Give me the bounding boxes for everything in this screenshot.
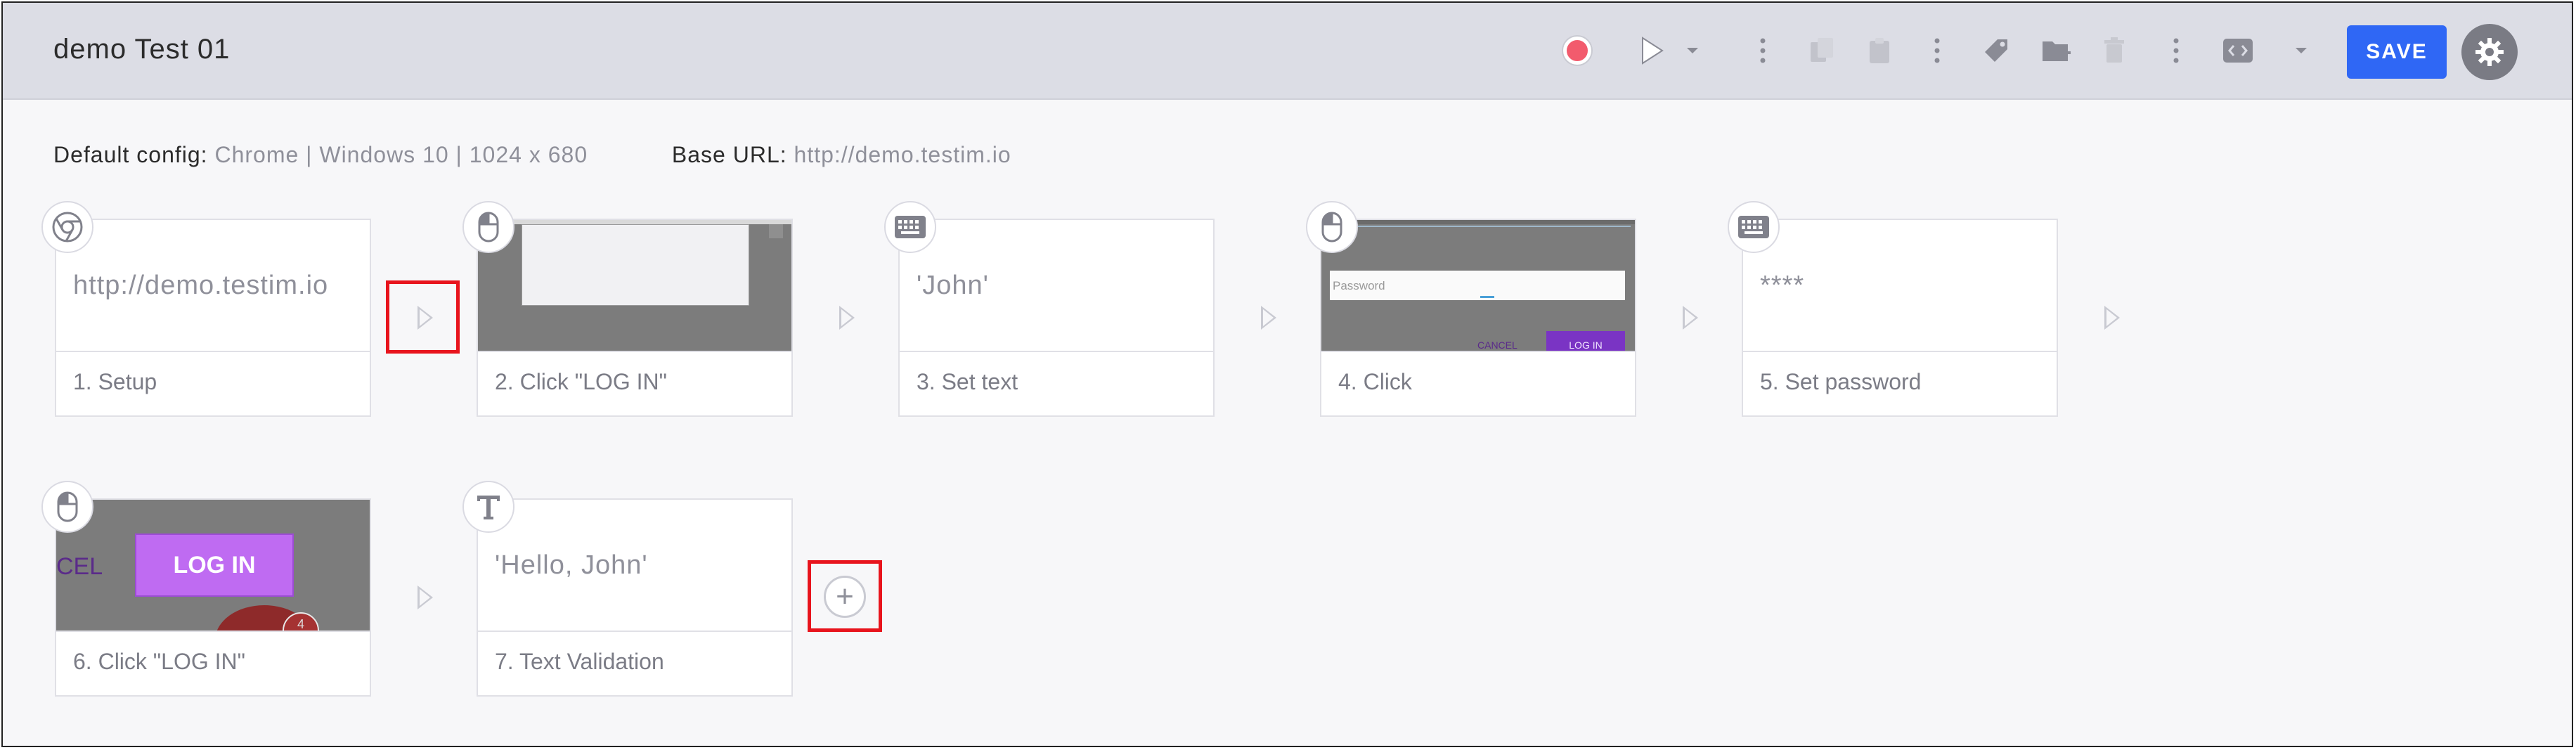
connector-arrow[interactable] xyxy=(418,586,433,609)
login-preview: LOG IN xyxy=(135,534,294,597)
record-icon[interactable] xyxy=(1556,27,1598,75)
step-preview-text: 'Hello, John' xyxy=(495,550,648,580)
gear-icon xyxy=(2475,38,2504,66)
connector-arrow[interactable] xyxy=(2104,306,2120,330)
step-card-5[interactable]: **** 5. Set password xyxy=(1742,219,2058,417)
step-preview xyxy=(478,220,791,352)
play-dropdown-icon[interactable] xyxy=(1680,27,1705,75)
paste-icon[interactable] xyxy=(1864,27,1895,75)
play-icon[interactable] xyxy=(1632,27,1671,75)
connector-arrow[interactable] xyxy=(418,306,433,330)
chrome-icon xyxy=(41,201,93,253)
step-card-1[interactable]: http://demo.testim.io 1. Setup xyxy=(55,219,371,417)
copy-icon[interactable] xyxy=(1806,27,1837,75)
mouse-icon xyxy=(1306,201,1358,253)
default-config-label: Default config: xyxy=(53,142,208,167)
step-label: 3. Set text xyxy=(917,369,1018,394)
test-editor-window: demo Test 01 SAVE Default config: Chrome… xyxy=(1,1,2573,747)
keyboard-icon xyxy=(1728,201,1780,253)
tag-icon[interactable] xyxy=(1979,27,2013,75)
keyboard-icon xyxy=(884,201,936,253)
text-icon xyxy=(462,481,514,533)
step-preview: Password CANCEL LOG IN xyxy=(1321,220,1635,352)
step-preview: CEL LOG IN 4 xyxy=(56,500,370,632)
step-preview: 'Hello, John' xyxy=(478,500,791,632)
login-preview: LOG IN xyxy=(1546,331,1625,351)
connector-arrow[interactable] xyxy=(839,306,855,330)
code-dropdown-icon[interactable] xyxy=(2289,27,2314,75)
connector-arrow[interactable] xyxy=(1683,306,1698,330)
more-icon[interactable] xyxy=(1924,27,1950,75)
toolbar: demo Test 01 SAVE xyxy=(3,3,2572,100)
step-label: 6. Click "LOG IN" xyxy=(73,649,245,674)
mouse-icon xyxy=(41,481,93,533)
add-step-button[interactable]: + xyxy=(824,576,866,618)
base-url-label: Base URL: xyxy=(671,142,787,167)
step-label: 5. Set password xyxy=(1760,369,1922,394)
step-card-2[interactable]: 2. Click "LOG IN" xyxy=(477,219,793,417)
cancel-text: CEL xyxy=(56,553,103,580)
default-config-value[interactable]: Chrome | Windows 10 | 1024 x 680 xyxy=(214,142,588,167)
step-preview: **** xyxy=(1743,220,2057,352)
password-placeholder: Password xyxy=(1333,279,1385,292)
step-preview: 'John' xyxy=(900,220,1213,352)
step-card-6[interactable]: CEL LOG IN 4 6. Click "LOG IN" xyxy=(55,498,371,697)
step-label: 1. Setup xyxy=(73,369,157,394)
mouse-icon xyxy=(462,201,514,253)
step-preview-text: **** xyxy=(1760,270,1805,300)
step-preview-text: http://demo.testim.io xyxy=(73,270,329,300)
step-label: 2. Click "LOG IN" xyxy=(495,369,667,394)
step-label: 4. Click xyxy=(1338,369,1412,394)
trash-icon[interactable] xyxy=(2100,27,2128,75)
settings-button[interactable] xyxy=(2461,24,2518,80)
code-icon[interactable] xyxy=(2220,27,2256,75)
step-card-7[interactable]: 'Hello, John' 7. Text Validation xyxy=(477,498,793,697)
test-title[interactable]: demo Test 01 xyxy=(53,34,230,65)
connector-arrow[interactable] xyxy=(1261,306,1276,330)
save-button[interactable]: SAVE xyxy=(2347,25,2447,79)
base-url-value[interactable]: http://demo.testim.io xyxy=(794,142,1011,167)
step-card-3[interactable]: 'John' 3. Set text xyxy=(898,219,1215,417)
config-line: Default config: Chrome | Windows 10 | 10… xyxy=(53,142,1011,168)
step-card-4[interactable]: Password CANCEL LOG IN 4. Click xyxy=(1320,219,1636,417)
more-icon[interactable] xyxy=(1750,27,1775,75)
step-preview-text: 'John' xyxy=(917,270,989,300)
add-folder-icon[interactable] xyxy=(2040,27,2073,75)
more-icon[interactable] xyxy=(2163,27,2189,75)
step-preview: http://demo.testim.io xyxy=(56,220,370,352)
step-label: 7. Text Validation xyxy=(495,649,664,674)
cancel-text: CANCEL xyxy=(1477,340,1517,351)
